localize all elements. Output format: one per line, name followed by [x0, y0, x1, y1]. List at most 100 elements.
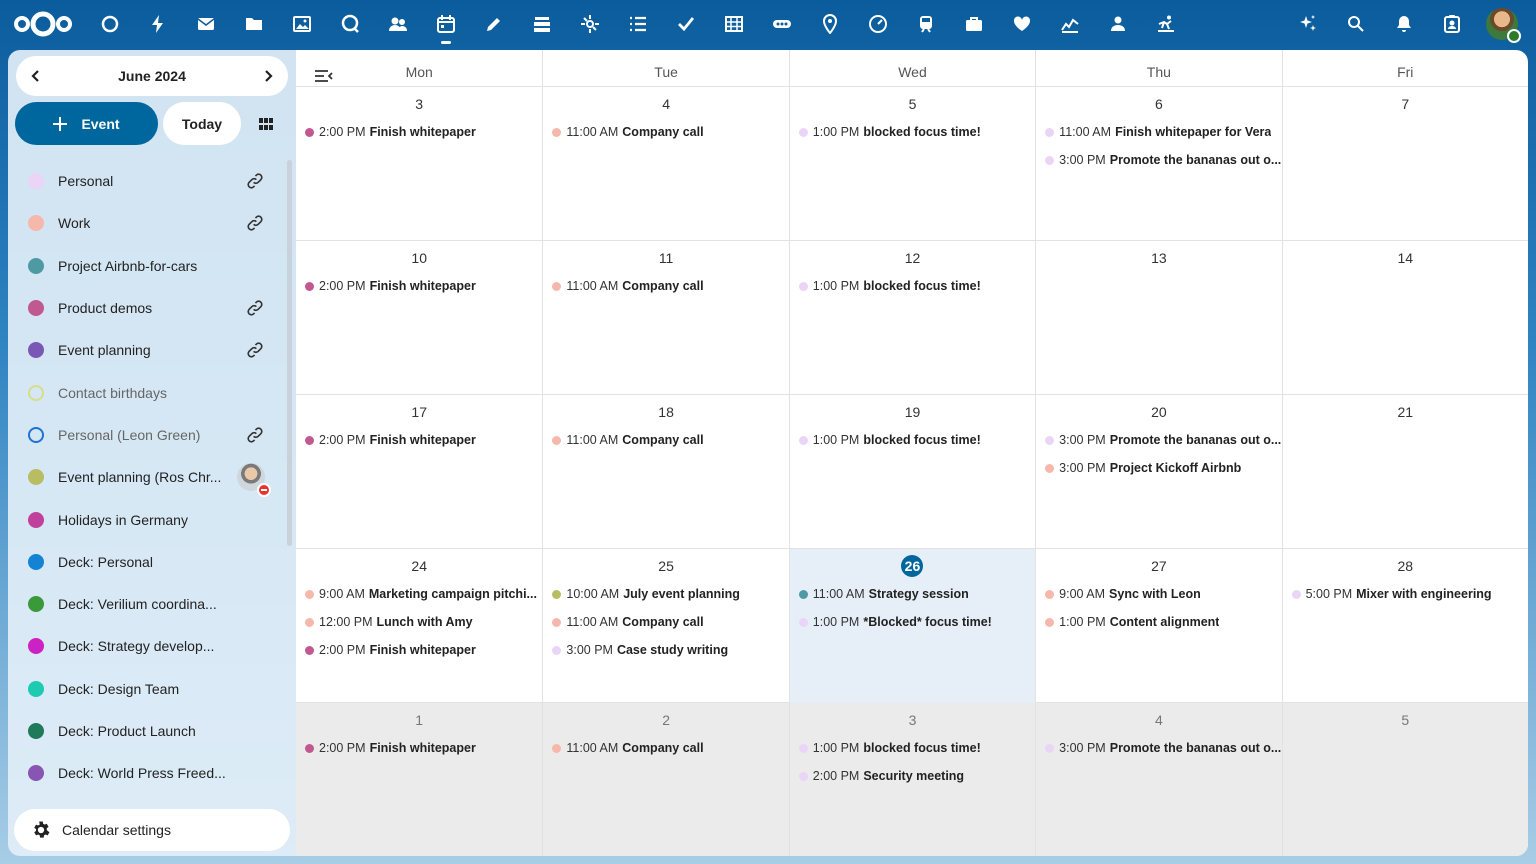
- calendar-event[interactable]: 11:00 AM Strategy session: [790, 580, 1035, 608]
- day-number[interactable]: 21: [1283, 403, 1528, 421]
- day-number[interactable]: 7: [1283, 95, 1528, 113]
- notifications-icon[interactable]: [1388, 8, 1420, 40]
- calendar-item[interactable]: Project Airbnb-for-cars: [8, 245, 288, 287]
- calendar-color-dot[interactable]: [28, 215, 44, 232]
- calendar-event[interactable]: 1:00 PM blocked focus time!: [790, 734, 1035, 762]
- calendar-color-dot[interactable]: [28, 257, 44, 274]
- day-cell[interactable]: 20 3:00 PM Promote the bananas out o... 3:0…: [1035, 395, 1281, 549]
- calendar-event[interactable]: 2:00 PM Finish whitepaper: [296, 426, 542, 454]
- contacts-icon[interactable]: [382, 8, 414, 40]
- whiteboard-icon[interactable]: [766, 8, 798, 40]
- stocks-icon[interactable]: [1054, 8, 1086, 40]
- calendar-color-dot[interactable]: [28, 638, 44, 655]
- calendar-event[interactable]: 11:00 AM Company call: [543, 608, 788, 636]
- share-link-icon[interactable]: [246, 341, 264, 359]
- calendar-event[interactable]: 11:00 AM Company call: [543, 426, 788, 454]
- files-icon[interactable]: [238, 8, 270, 40]
- calendar-event[interactable]: 9:00 AM Sync with Leon: [1036, 580, 1281, 608]
- sidebar-scrollbar[interactable]: [287, 160, 292, 546]
- month-label[interactable]: June 2024: [118, 68, 186, 84]
- collectives-icon[interactable]: [574, 8, 606, 40]
- calendar-event[interactable]: 3:00 PM Project Kickoff Airbnb: [1036, 454, 1281, 482]
- day-cell[interactable]: 21: [1281, 395, 1528, 549]
- calendar-event[interactable]: 2:00 PM Finish whitepaper: [296, 118, 542, 146]
- day-cell[interactable]: 10 2:00 PM Finish whitepaper: [296, 241, 542, 395]
- day-cell[interactable]: 7: [1281, 87, 1528, 241]
- share-link-icon[interactable]: [246, 214, 264, 232]
- activity-icon[interactable]: [142, 8, 174, 40]
- calendar-event[interactable]: 11:00 AM Company call: [543, 118, 788, 146]
- nextcloud-logo-icon[interactable]: [12, 8, 74, 40]
- day-number[interactable]: 24: [296, 557, 542, 575]
- day-number[interactable]: 20: [1036, 403, 1281, 421]
- day-number[interactable]: 5: [790, 95, 1035, 113]
- calendar-event[interactable]: 3:00 PM Promote the bananas out o...: [1036, 734, 1281, 762]
- share-link-icon[interactable]: [246, 426, 264, 444]
- calendar-item[interactable]: Deck: World Press Freed...: [8, 752, 288, 794]
- calendar-color-dot[interactable]: [28, 765, 44, 782]
- search-icon[interactable]: [1340, 8, 1372, 40]
- calendar-event[interactable]: 11:00 AM Company call: [543, 272, 788, 300]
- photos-icon[interactable]: [286, 8, 318, 40]
- day-number[interactable]: 25: [543, 557, 788, 575]
- calendar-event[interactable]: 5:00 PM Mixer with engineering: [1283, 580, 1528, 608]
- day-number[interactable]: 19: [790, 403, 1035, 421]
- calendar-event[interactable]: 2:00 PM Security meeting: [790, 762, 1035, 790]
- calendar-event[interactable]: 11:00 AM Finish whitepaper for Vera: [1036, 118, 1281, 146]
- day-number[interactable]: 18: [543, 403, 788, 421]
- previous-month-button[interactable]: [16, 56, 56, 96]
- calendar-color-dot[interactable]: [28, 680, 44, 697]
- day-cell[interactable]: 24 9:00 AM Marketing campaign pitchi... 12:…: [296, 549, 542, 703]
- day-cell[interactable]: 13: [1035, 241, 1281, 395]
- day-number[interactable]: 12: [790, 249, 1035, 267]
- user-avatar[interactable]: [1486, 8, 1521, 43]
- calendar-event[interactable]: 2:00 PM Finish whitepaper: [296, 636, 542, 664]
- toggle-sidebar-icon[interactable]: [314, 68, 334, 84]
- day-number[interactable]: 26: [790, 555, 1035, 577]
- transit-icon[interactable]: [910, 8, 942, 40]
- tasks-icon[interactable]: [622, 8, 654, 40]
- mail-icon[interactable]: [190, 8, 222, 40]
- calendar-item[interactable]: Contact birthdays: [8, 371, 288, 413]
- dashboard-icon[interactable]: [94, 8, 126, 40]
- maps-icon[interactable]: [814, 8, 846, 40]
- calendar-item[interactable]: Deck: Personal: [8, 541, 288, 583]
- calendar-event[interactable]: 1:00 PM blocked focus time!: [790, 118, 1035, 146]
- day-cell[interactable]: 4 3:00 PM Promote the bananas out o...: [1035, 703, 1282, 856]
- calendar-event[interactable]: 1:00 PM blocked focus time!: [790, 272, 1035, 300]
- tables-icon[interactable]: [718, 8, 750, 40]
- analytics-icon[interactable]: [862, 8, 894, 40]
- day-cell[interactable]: 2 11:00 AM Company call: [542, 703, 789, 856]
- calendar-item[interactable]: Deck: Strategy develop...: [8, 625, 288, 667]
- day-number[interactable]: 6: [1036, 95, 1281, 113]
- calendar-event[interactable]: 3:00 PM Promote the bananas out o...: [1036, 146, 1281, 174]
- calendar-color-dot[interactable]: [28, 426, 44, 443]
- day-number[interactable]: 1: [296, 711, 542, 729]
- next-month-button[interactable]: [248, 56, 288, 96]
- day-number[interactable]: 5: [1283, 711, 1528, 729]
- calendar-color-dot[interactable]: [28, 300, 44, 317]
- day-number[interactable]: 10: [296, 249, 542, 267]
- calendar-color-dot[interactable]: [28, 342, 44, 359]
- contacts-menu-icon[interactable]: [1436, 8, 1468, 40]
- work-icon[interactable]: [958, 8, 990, 40]
- shared-by-avatar[interactable]: [237, 463, 271, 498]
- calendar-item[interactable]: Event planning (Ros Chr...: [8, 456, 288, 498]
- calendar-event[interactable]: 3:00 PM Case study writing: [543, 636, 788, 664]
- calendar-item[interactable]: Holidays in Germany: [8, 498, 288, 540]
- day-cell[interactable]: 12 1:00 PM blocked focus time!: [788, 241, 1035, 395]
- calendar-event[interactable]: 2:00 PM Finish whitepaper: [296, 272, 542, 300]
- sports-icon[interactable]: [1150, 8, 1182, 40]
- day-cell[interactable]: 17 2:00 PM Finish whitepaper: [296, 395, 542, 549]
- day-cell[interactable]: 5 1:00 PM blocked focus time!: [788, 87, 1035, 241]
- talk-icon[interactable]: [334, 8, 366, 40]
- calendar-item[interactable]: Product demos: [8, 287, 288, 329]
- day-number[interactable]: 17: [296, 403, 542, 421]
- day-cell[interactable]: 1 2:00 PM Finish whitepaper: [296, 703, 543, 856]
- calendar-event[interactable]: 3:00 PM Promote the bananas out o...: [1036, 426, 1281, 454]
- calendar-color-dot[interactable]: [28, 511, 44, 528]
- day-cell[interactable]: 28 5:00 PM Mixer with engineering: [1281, 549, 1528, 703]
- day-number[interactable]: 11: [543, 249, 788, 267]
- day-number[interactable]: 14: [1283, 249, 1528, 267]
- day-cell[interactable]: 11 11:00 AM Company call: [542, 241, 788, 395]
